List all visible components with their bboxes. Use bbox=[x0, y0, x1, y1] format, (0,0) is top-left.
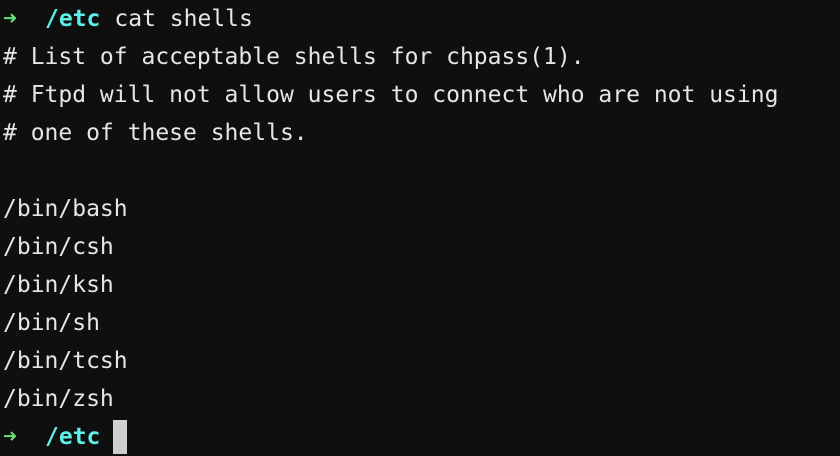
output-line: # Ftpd will not allow users to connect w… bbox=[3, 82, 779, 108]
output-line-blank bbox=[3, 152, 840, 190]
output-line: /bin/ksh bbox=[3, 272, 114, 298]
output-line: /bin/tcsh bbox=[3, 348, 128, 374]
command-line: ➜ /etc cat shells bbox=[3, 0, 840, 38]
prompt-cwd: /etc bbox=[45, 6, 101, 32]
output-line: /bin/zsh bbox=[3, 386, 114, 412]
output-line: /bin/csh bbox=[3, 234, 114, 260]
terminal-window[interactable]: ➜ /etc cat shells # List of acceptable she… bbox=[0, 0, 840, 456]
prompt-cwd: /etc bbox=[45, 424, 101, 450]
output-line: /bin/sh bbox=[3, 310, 100, 336]
text-cursor[interactable] bbox=[113, 420, 128, 454]
prompt-arrow-icon: ➜ bbox=[3, 424, 17, 450]
output-line: # one of these shells. bbox=[3, 120, 308, 146]
output-line: /bin/bash bbox=[3, 196, 128, 222]
prompt-arrow-icon: ➜ bbox=[3, 6, 17, 32]
active-prompt-line[interactable]: ➜ /etc bbox=[3, 418, 840, 456]
command-text: cat shells bbox=[114, 6, 253, 32]
output-line: # List of acceptable shells for chpass(1… bbox=[3, 44, 585, 70]
